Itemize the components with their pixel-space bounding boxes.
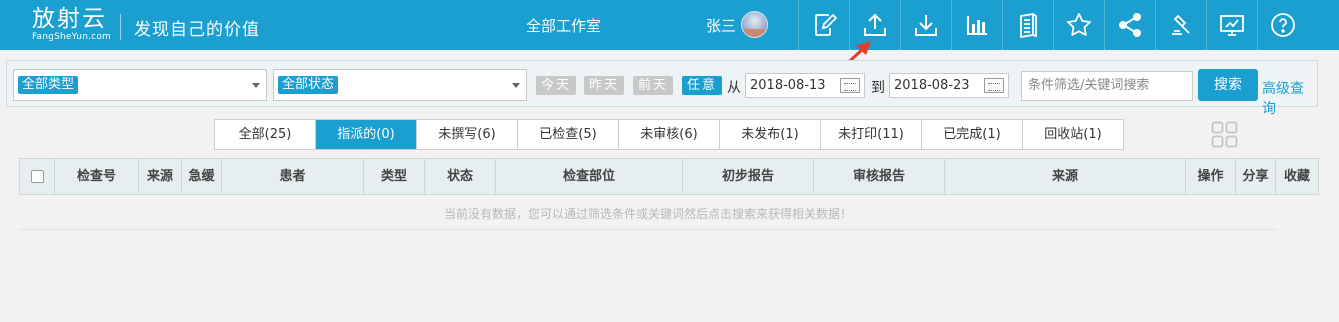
type-select-value: 全部类型 [18, 76, 79, 94]
col-status[interactable]: 状态 [425, 159, 496, 194]
status-tabs: 全部(25) 指派的(0) 未撰写(6) 已检查(5) 未审核(6) 未发布(1… [214, 119, 1124, 150]
col-exam-no[interactable]: 检查号 [55, 159, 139, 194]
date-from-input[interactable]: 2018-08-13 [745, 73, 865, 98]
logo-text: 放射云 [32, 6, 107, 32]
tab-recycle-bin[interactable]: 回收站(1) [1023, 120, 1123, 149]
col-exam-part[interactable]: 检查部位 [496, 159, 683, 194]
empty-table-message: 当前没有数据，您可以通过筛选条件或关键词然后点击搜索来获得相关数据！ [443, 207, 852, 221]
star-icon[interactable] [1053, 0, 1104, 50]
document-icon[interactable] [1002, 0, 1053, 50]
calendar-icon[interactable] [840, 78, 860, 93]
tab-unreviewed[interactable]: 未审核(6) [619, 120, 720, 149]
tab-unwritten[interactable]: 未撰写(6) [417, 120, 518, 149]
search-button[interactable]: 搜索 [1198, 69, 1258, 101]
app-header: 放射云 FangSheYun.com 发现自己的价值 全部工作室 张三 [0, 0, 1339, 50]
col-favorite[interactable]: 收藏 [1276, 159, 1318, 194]
avatar[interactable] [741, 11, 768, 38]
calendar-icon[interactable] [984, 78, 1004, 93]
workspace-selector[interactable]: 全部工作室 [526, 15, 601, 36]
gavel-icon[interactable] [1155, 0, 1206, 50]
date-to-value: 2018-08-23 [894, 78, 970, 93]
col-share[interactable]: 分享 [1236, 159, 1276, 194]
date-to-input[interactable]: 2018-08-23 [889, 73, 1009, 98]
tab-all[interactable]: 全部(25) [215, 120, 316, 149]
username[interactable]: 张三 [706, 15, 736, 36]
tab-assigned[interactable]: 指派的(0) [316, 120, 417, 149]
col-preliminary-report[interactable]: 初步报告 [683, 159, 814, 194]
tab-unpublished[interactable]: 未发布(1) [720, 120, 821, 149]
help-icon[interactable] [1257, 0, 1308, 50]
from-label: 从 [727, 80, 741, 96]
type-select[interactable]: 全部类型 [13, 69, 267, 101]
col-type[interactable]: 类型 [364, 159, 425, 194]
slogan: 发现自己的价值 [134, 20, 260, 40]
col-patient[interactable]: 患者 [222, 159, 364, 194]
select-all-cell [20, 159, 55, 194]
date-from-value: 2018-08-13 [750, 78, 826, 93]
table-header: 检查号 来源 急缓 患者 类型 状态 检查部位 初步报告 审核报告 来源 操作 … [19, 158, 1319, 195]
col-review-report[interactable]: 审核报告 [814, 159, 945, 194]
logo[interactable]: 放射云 FangSheYun.com [32, 6, 112, 46]
to-label: 到 [871, 80, 885, 96]
search-input[interactable]: 条件筛选/关键词搜索 [1021, 71, 1193, 101]
day-before-button[interactable]: 前天 [633, 76, 674, 95]
col-origin[interactable]: 来源 [945, 159, 1186, 194]
divider [19, 229, 1277, 230]
download-icon[interactable] [900, 0, 951, 50]
tab-checked[interactable]: 已检查(5) [518, 120, 619, 149]
chevron-down-icon [252, 83, 260, 88]
grid-view-icon[interactable] [1211, 121, 1238, 148]
logo-divider [120, 14, 121, 40]
tab-completed[interactable]: 已完成(1) [922, 120, 1023, 149]
status-select[interactable]: 全部状态 [273, 69, 527, 101]
yesterday-button[interactable]: 昨天 [584, 76, 625, 95]
advanced-search-link[interactable]: 高级查询 [1262, 78, 1317, 118]
any-day-button[interactable]: 任意 [682, 76, 723, 95]
select-all-checkbox[interactable] [30, 170, 44, 183]
tab-unprinted[interactable]: 未打印(11) [821, 120, 922, 149]
col-source[interactable]: 来源 [139, 159, 182, 194]
bar-chart-icon[interactable] [951, 0, 1002, 50]
share-icon[interactable] [1104, 0, 1155, 50]
status-select-value: 全部状态 [278, 76, 339, 94]
today-button[interactable]: 今天 [536, 76, 577, 95]
col-actions[interactable]: 操作 [1186, 159, 1236, 194]
chevron-down-icon [512, 83, 520, 88]
logo-domain: FangSheYun.com [32, 32, 111, 42]
col-urgency[interactable]: 急缓 [182, 159, 222, 194]
monitor-icon[interactable] [1206, 0, 1257, 50]
filter-bar: 全部类型 全部状态 今天 昨天 前天 任意 从 2018-08-13 到 201… [6, 60, 1318, 117]
